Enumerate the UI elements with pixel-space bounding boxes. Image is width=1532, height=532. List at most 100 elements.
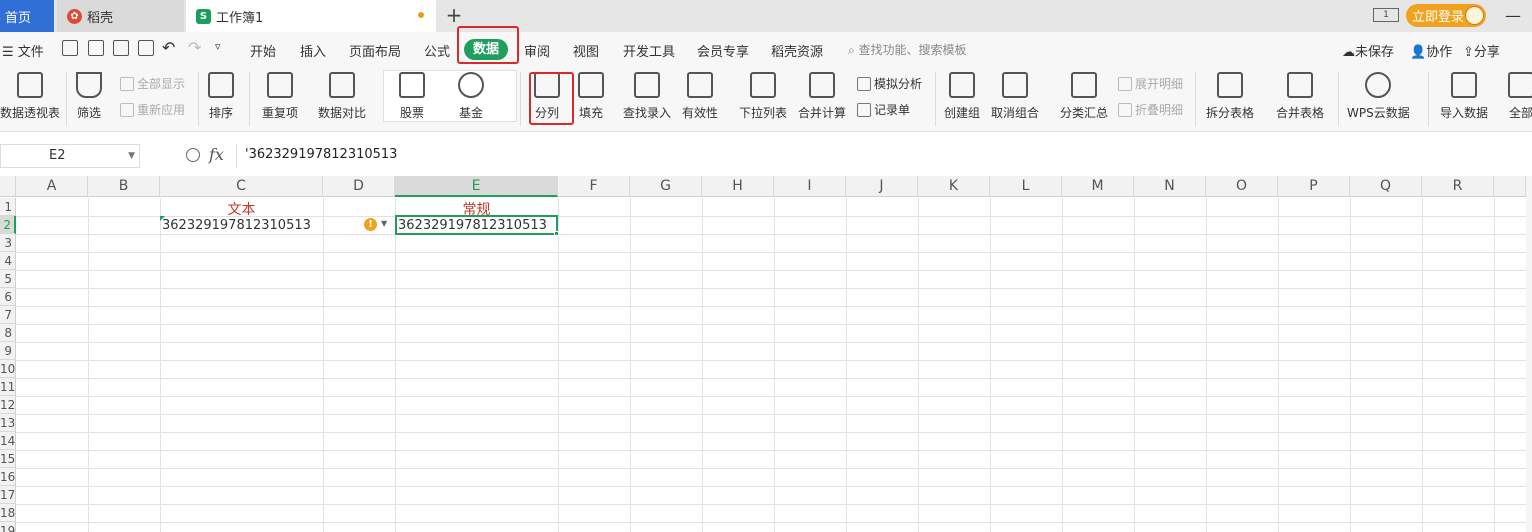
collab-button[interactable]: 👤协作	[1410, 41, 1452, 60]
column-header-partial[interactable]	[1494, 176, 1526, 197]
pivot-table-button[interactable]: 数据透视表	[0, 72, 60, 121]
column-header-h[interactable]: H	[702, 176, 774, 197]
row-header[interactable]: 19	[0, 522, 16, 532]
lookup-entry-button[interactable]: 查找录入	[623, 72, 671, 121]
duplicates-button[interactable]: 重复项	[262, 72, 298, 121]
sort-button[interactable]: 排序	[208, 72, 234, 121]
spreadsheet-grid[interactable]: A B C D E F G H I J K L M N O P Q R 1 2 …	[0, 176, 1532, 532]
column-header-o[interactable]: O	[1206, 176, 1278, 197]
menu-insert[interactable]: 插入	[300, 41, 326, 60]
column-header-r[interactable]: R	[1422, 176, 1494, 197]
whatif-button[interactable]: 模拟分析	[857, 75, 922, 92]
column-header-k[interactable]: K	[918, 176, 990, 197]
cell-c2[interactable]: 362329197812310513	[162, 218, 311, 233]
column-header-g[interactable]: G	[630, 176, 702, 197]
warning-icon[interactable]: !	[364, 218, 377, 231]
split-table-button[interactable]: 拆分表格	[1206, 72, 1254, 121]
row-header[interactable]: 1	[0, 198, 16, 216]
row-header[interactable]: 7	[0, 306, 16, 324]
column-header-n[interactable]: N	[1134, 176, 1206, 197]
import-data-button[interactable]: 导入数据	[1440, 72, 1488, 121]
validity-button[interactable]: 有效性	[682, 72, 718, 121]
column-header-e[interactable]: E	[395, 176, 558, 197]
row-header[interactable]: 2	[0, 216, 16, 234]
stocks-button-overlay[interactable]: 股票	[399, 72, 425, 121]
row-header[interactable]: 3	[0, 234, 16, 252]
print-icon[interactable]	[113, 40, 129, 56]
row-header[interactable]: 11	[0, 378, 16, 396]
compare-button[interactable]: 数据对比	[318, 72, 366, 121]
collapse-detail-button[interactable]: 折叠明细	[1118, 101, 1183, 118]
warning-dropdown-icon[interactable]: ▼	[381, 219, 387, 228]
funds-button-overlay[interactable]: 基金	[458, 72, 484, 121]
share-button[interactable]: ⇪分享	[1463, 41, 1500, 60]
wps-cloud-data-button[interactable]: WPS云数据	[1347, 72, 1410, 121]
menu-formula[interactable]: 公式	[424, 41, 450, 60]
create-group-button[interactable]: 创建组	[944, 72, 980, 121]
reapply-button[interactable]: 重新应用	[120, 101, 185, 118]
menu-member[interactable]: 会员专享	[697, 41, 749, 60]
row-header[interactable]: 14	[0, 432, 16, 450]
filter-button[interactable]: 筛选	[76, 72, 102, 121]
chevron-down-icon[interactable]: ▼	[128, 145, 135, 167]
row-header[interactable]: 18	[0, 504, 16, 522]
customize-toolbar-icon[interactable]: ▿	[215, 40, 221, 53]
print-preview-icon[interactable]	[138, 40, 154, 56]
search-input[interactable]: ⌕ 查找功能、搜索模板	[848, 41, 967, 58]
fx-icon[interactable]: fx	[209, 145, 224, 164]
login-button[interactable]: 立即登录	[1406, 4, 1486, 27]
minimize-button[interactable]: —	[1505, 6, 1521, 25]
window-layout-button[interactable]: 1	[1373, 8, 1399, 22]
column-header-c[interactable]: C	[160, 176, 323, 197]
row-header[interactable]: 8	[0, 324, 16, 342]
consolidate-button[interactable]: 合并计算	[798, 72, 846, 121]
column-header-q[interactable]: Q	[1350, 176, 1422, 197]
fill-button[interactable]: 填充	[578, 72, 604, 121]
redo-icon[interactable]: ↷	[188, 38, 201, 57]
column-header-b[interactable]: B	[88, 176, 160, 197]
unsaved-button[interactable]: ☁未保存	[1342, 41, 1394, 60]
column-header-m[interactable]: M	[1062, 176, 1134, 197]
file-menu[interactable]: ☰ 文件	[2, 41, 44, 60]
record-form-button[interactable]: 记录单	[857, 101, 910, 118]
undo-icon[interactable]: ↶	[162, 38, 175, 57]
save-icon[interactable]	[62, 40, 78, 56]
row-header[interactable]: 9	[0, 342, 16, 360]
tab-home[interactable]: 首页	[0, 0, 54, 32]
ungroup-button[interactable]: 取消组合	[991, 72, 1039, 121]
select-all-corner[interactable]	[0, 176, 16, 197]
menu-developer[interactable]: 开发工具	[623, 41, 675, 60]
menu-view[interactable]: 视图	[573, 41, 599, 60]
row-header[interactable]: 12	[0, 396, 16, 414]
tab-workbook[interactable]: S 工作簿1	[186, 0, 436, 32]
cell-c1[interactable]: 文本	[160, 199, 323, 219]
dropdown-list-button[interactable]: 下拉列表	[739, 72, 787, 121]
name-box[interactable]: E2 ▼	[0, 144, 140, 168]
show-all-button[interactable]: 全部显示	[120, 75, 185, 92]
row-header[interactable]: 6	[0, 288, 16, 306]
expand-detail-button[interactable]: 展开明细	[1118, 75, 1183, 92]
tab-daoke[interactable]: ✿ 稻壳	[57, 0, 184, 32]
row-header[interactable]: 5	[0, 270, 16, 288]
menu-page-layout[interactable]: 页面布局	[349, 41, 401, 60]
column-header-d[interactable]: D	[323, 176, 395, 197]
column-header-f[interactable]: F	[558, 176, 630, 197]
column-header-j[interactable]: J	[846, 176, 918, 197]
formula-input[interactable]: '362329197812310513	[236, 144, 1532, 168]
column-header-a[interactable]: A	[16, 176, 88, 197]
row-header[interactable]: 15	[0, 450, 16, 468]
column-header-i[interactable]: I	[774, 176, 846, 197]
fill-handle[interactable]	[554, 231, 559, 236]
menu-start[interactable]: 开始	[250, 41, 276, 60]
column-header-p[interactable]: P	[1278, 176, 1350, 197]
menu-review[interactable]: 审阅	[524, 41, 550, 60]
menu-daoke-resources[interactable]: 稻壳资源	[771, 41, 823, 60]
merge-table-button[interactable]: 合并表格	[1276, 72, 1324, 121]
row-header[interactable]: 10	[0, 360, 16, 378]
zoom-icon[interactable]	[186, 148, 200, 162]
all-button[interactable]: 全部	[1508, 72, 1532, 121]
export-pdf-icon[interactable]	[88, 40, 104, 56]
vertical-scrollbar[interactable]	[1526, 176, 1532, 532]
row-header[interactable]: 13	[0, 414, 16, 432]
new-tab-button[interactable]: +	[444, 4, 464, 26]
